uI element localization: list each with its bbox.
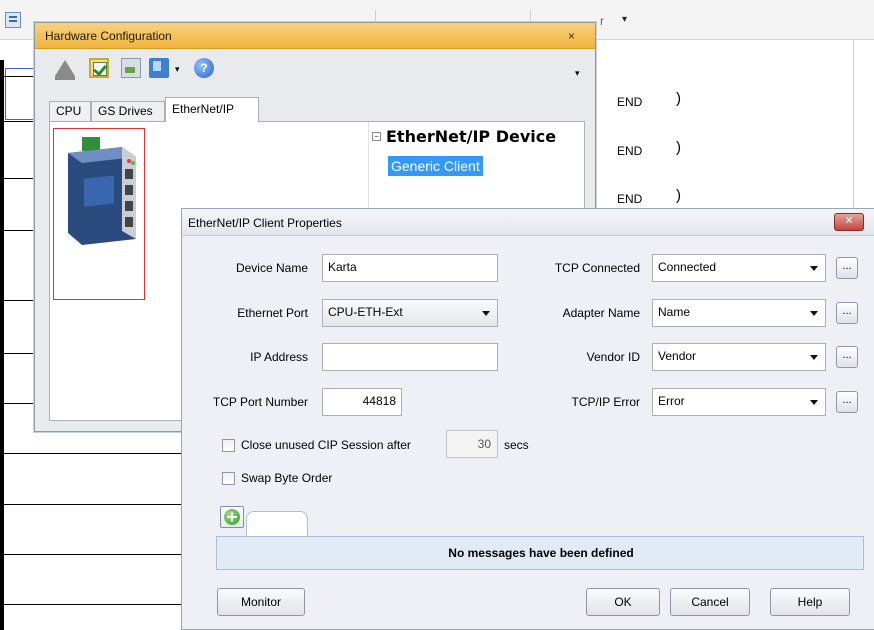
tcp-connected-browse-button[interactable]: ...: [836, 257, 858, 279]
help-icon[interactable]: ?: [194, 58, 214, 78]
ip-address-label: IP Address: [250, 350, 308, 364]
chevron-down-icon[interactable]: ▾: [175, 64, 180, 75]
coil-paren: ): [676, 90, 681, 107]
end-label: END: [617, 192, 643, 206]
vendor-id-value: Vendor: [658, 349, 697, 363]
tab-cpu[interactable]: CPU: [49, 101, 91, 121]
plus-icon: [224, 509, 240, 525]
chevron-down-icon: [810, 266, 818, 271]
toolbar-text: r: [600, 14, 604, 28]
tab-ethernet-ip[interactable]: EtherNet/IP: [165, 97, 259, 122]
dialog-titlebar[interactable]: EtherNet/IP Client Properties ✕: [182, 209, 874, 236]
vendor-id-select[interactable]: Vendor: [652, 343, 826, 371]
image-icon[interactable]: [121, 58, 141, 78]
client-properties-dialog: EtherNet/IP Client Properties ✕ Device N…: [181, 208, 874, 630]
tab-gs-drives[interactable]: GS Drives: [91, 101, 165, 121]
tree-collapse-icon[interactable]: −: [372, 132, 381, 141]
close-unused-checkbox[interactable]: [222, 439, 235, 452]
close-unused-seconds-input[interactable]: 30: [446, 430, 498, 458]
ok-button[interactable]: OK: [586, 588, 660, 616]
rung-line: [0, 403, 36, 404]
add-message-button[interactable]: [220, 506, 244, 528]
tcp-port-label: TCP Port Number: [212, 395, 308, 409]
message-tab[interactable]: [246, 511, 308, 537]
swap-byte-checkbox[interactable]: [222, 472, 235, 485]
tree-node-generic-client[interactable]: Generic Client: [388, 156, 483, 176]
coil-paren: ): [676, 187, 681, 204]
end-label: END: [617, 95, 643, 109]
device-selection-frame[interactable]: [53, 128, 145, 300]
end-label: END: [617, 144, 643, 158]
vendor-id-label: Vendor ID: [586, 350, 640, 364]
tcp-connected-value: Connected: [658, 260, 717, 274]
messages-area: No messages have been defined: [216, 536, 864, 570]
swap-byte-label: Swap Byte Order: [241, 471, 333, 485]
close-icon[interactable]: ✕: [834, 213, 864, 231]
adapter-name-value: Name: [658, 305, 691, 319]
device-icon[interactable]: [149, 58, 169, 78]
rung-line: [0, 178, 36, 179]
rung-line: [0, 604, 181, 605]
chevron-down-icon[interactable]: ▾: [622, 14, 627, 25]
rung-line: [0, 230, 36, 231]
tcpip-error-value: Error: [658, 394, 685, 408]
adapter-name-select[interactable]: Name: [652, 299, 826, 327]
chevron-down-icon: [810, 311, 818, 316]
tcp-port-input[interactable]: 44818: [322, 388, 402, 416]
upload-icon[interactable]: [55, 60, 75, 80]
ladder-tool-icon[interactable]: [5, 12, 21, 28]
tcpip-error-label: TCP/IP Error: [571, 395, 640, 409]
messages-empty-text: No messages have been defined: [448, 546, 634, 560]
check-icon[interactable]: [89, 58, 109, 78]
chevron-down-icon: [482, 311, 490, 316]
rung-line: [0, 300, 36, 301]
rung-line: [0, 453, 181, 454]
left-power-rail: [0, 60, 4, 630]
device-name-input[interactable]: Karta: [322, 254, 498, 282]
monitor-button[interactable]: Monitor: [217, 588, 305, 616]
toolbar-dropdown-icon[interactable]: ▾: [575, 68, 580, 79]
help-button[interactable]: Help: [770, 588, 850, 616]
vendor-id-browse-button[interactable]: ...: [836, 346, 858, 368]
rung-line: [0, 504, 181, 505]
tcp-connected-select[interactable]: Connected: [652, 254, 826, 282]
close-unused-label: Close unused CIP Session after: [241, 438, 411, 452]
tcpip-error-select[interactable]: Error: [652, 388, 826, 416]
ethernet-port-label: Ethernet Port: [237, 306, 308, 320]
adapter-name-browse-button[interactable]: ...: [836, 302, 858, 324]
coil-paren: ): [676, 139, 681, 156]
seconds-unit-label: secs: [504, 438, 529, 452]
adapter-name-label: Adapter Name: [562, 306, 640, 320]
hw-window-title: Hardware Configuration: [45, 29, 172, 43]
hw-toolbar: ▾ ? ▾: [35, 50, 595, 86]
rung-line: [0, 353, 36, 354]
rung-line: [0, 121, 36, 122]
rung-line: [0, 76, 36, 77]
rung-line: [0, 554, 181, 555]
hw-titlebar[interactable]: Hardware Configuration ×: [35, 23, 595, 49]
tree-node-ethernet-ip-device[interactable]: EtherNet/IP Device: [386, 127, 556, 146]
cancel-button[interactable]: Cancel: [670, 588, 750, 616]
tcp-connected-label: TCP Connected: [554, 261, 640, 275]
chevron-down-icon: [810, 355, 818, 360]
chevron-down-icon: [810, 400, 818, 405]
ip-address-input[interactable]: [322, 343, 498, 371]
device-name-label: Device Name: [235, 261, 308, 275]
ethernet-switch-icon: [68, 137, 136, 245]
ethernet-port-select[interactable]: CPU-ETH-Ext: [322, 299, 498, 327]
ethernet-port-value: CPU-ETH-Ext: [328, 305, 403, 319]
close-icon[interactable]: ×: [568, 29, 575, 43]
dialog-title: EtherNet/IP Client Properties: [188, 216, 342, 230]
tcpip-error-browse-button[interactable]: ...: [836, 391, 858, 413]
